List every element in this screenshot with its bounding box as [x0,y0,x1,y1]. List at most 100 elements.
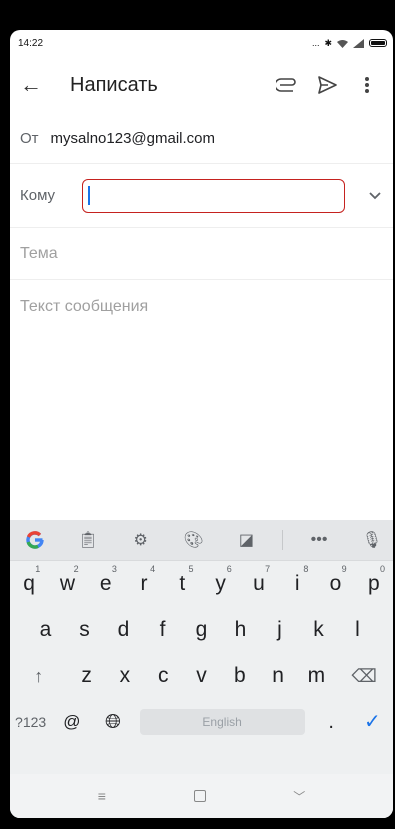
key-g[interactable]: g [182,607,221,653]
backspace-icon[interactable]: ⌫ [336,653,393,699]
key-letter: q [23,572,35,595]
key-e[interactable]: e3 [87,561,125,607]
body-input[interactable]: Текст сообщения [20,298,148,315]
google-logo [26,531,44,549]
key-f[interactable]: f [143,607,182,653]
key-x[interactable]: x [106,653,144,699]
key-letter: r [140,572,148,595]
at-key[interactable]: @ [51,699,92,745]
key-i[interactable]: i8 [278,561,316,607]
key-number-hint: 1 [35,564,41,574]
notification-dots: ... [311,38,320,48]
key-o[interactable]: o9 [316,561,354,607]
resize-icon[interactable]: ◪ [229,530,263,550]
status-icons: ... ✱ [312,38,387,49]
key-t[interactable]: t5 [163,561,201,607]
mic-off-icon[interactable]: 🎙︎ [355,530,389,550]
symbols-key[interactable]: ?123 [10,699,51,745]
key-r[interactable]: r4 [125,561,163,607]
key-number-hint: 2 [73,564,79,574]
app-bar: ← Написать [10,56,393,114]
settings-gear-icon[interactable]: ⚙ [124,530,158,550]
more-menu-button[interactable] [347,76,387,94]
key-h[interactable]: h [221,607,260,653]
palette-icon[interactable]: 🎨︎ [177,530,211,550]
paperclip-icon [276,78,296,92]
key-number-hint: 4 [150,564,156,574]
key-d[interactable]: d [104,607,143,653]
shift-icon[interactable]: ↑ [10,653,67,699]
clipboard-icon[interactable]: 📋︎ [71,530,105,550]
enter-check-icon[interactable]: ✓ [352,699,393,745]
status-time: 14:22 [18,37,44,49]
to-row: Кому [10,164,393,228]
key-letter: t [179,572,186,595]
key-y[interactable]: y6 [201,561,239,607]
key-row-4: ?123 @ 🌐︎ English . ✓ [10,699,393,745]
key-letter: o [329,572,342,595]
more-vert-icon [365,77,369,93]
signal-icon [353,38,364,48]
key-v[interactable]: v [182,653,220,699]
key-letter: w [59,572,76,595]
to-label: Кому [20,187,56,204]
back-chevron-icon[interactable]: ﹀ [293,788,305,805]
key-b[interactable]: b [221,653,259,699]
key-j[interactable]: j [260,607,299,653]
key-w[interactable]: w2 [48,561,86,607]
body-area[interactable]: Текст сообщения [10,280,393,500]
key-number-hint: 0 [379,564,385,574]
keyboard-toolbar: 📋︎ ⚙ 🎨︎ ◪ ••• 🎙︎ [10,520,393,561]
key-s[interactable]: s [65,607,104,653]
home-square-icon[interactable] [193,790,206,802]
key-number-hint: 3 [111,564,117,574]
subject-row[interactable]: Тема [10,228,393,280]
back-arrow-icon[interactable]: ← [20,72,54,98]
period-key[interactable]: . [311,699,352,745]
key-letter: e [99,572,112,595]
send-button[interactable] [307,76,347,94]
key-row-1: q1w2e3r4t5y6u7i8o9p0 [10,561,393,607]
key-row-3: ↑ zxcvbnm ⌫ [10,653,393,699]
key-k[interactable]: k [299,607,338,653]
key-q[interactable]: q1 [10,561,48,607]
attach-button[interactable] [267,78,307,92]
key-number-hint: 5 [188,564,194,574]
key-number-hint: 7 [265,564,271,574]
from-row: От mysalno123@gmail.com [10,114,393,164]
more-horiz-icon[interactable]: ••• [302,531,336,549]
key-n[interactable]: n [259,653,297,699]
space-bar[interactable]: English [139,709,305,735]
globe-icon[interactable]: 🌐︎ [92,699,133,745]
page-title: Написать [70,73,158,96]
from-label: От [20,130,39,147]
subject-input[interactable]: Тема [20,245,58,263]
key-letter: p [367,572,380,595]
key-number-hint: 8 [303,564,309,574]
keyboard: 📋︎ ⚙ 🎨︎ ◪ ••• 🎙︎ q1w2e3r4t5y6u7i8o9p0 as… [10,520,393,818]
key-number-hint: 9 [341,564,347,574]
key-l[interactable]: l [338,607,377,653]
key-z[interactable]: z [67,653,105,699]
key-letter: y [215,572,226,595]
expand-recipients-button[interactable] [345,191,381,200]
google-g-icon[interactable] [18,530,52,550]
key-m[interactable]: m [297,653,335,699]
key-number-hint: 6 [226,564,232,574]
key-c[interactable]: c [144,653,182,699]
toolbar-divider [282,530,284,550]
key-letter: i [294,572,300,595]
key-a[interactable]: a [26,607,65,653]
menu-icon[interactable]: ≡ [98,788,106,804]
to-input[interactable] [82,178,345,213]
compose-screen: 14:22 ... ✱ ← Написать От m ysalno123@gma… [10,30,393,818]
system-nav-bar: ≡ ﹀ [10,774,393,818]
key-p[interactable]: p0 [355,561,393,607]
key-u[interactable]: u7 [240,561,278,607]
bluetooth-icon: ✱ [324,37,332,48]
wifi-icon [337,39,348,48]
from-address[interactable]: mysalno123@gmail.com [51,130,215,147]
chevron-down-icon [369,191,381,199]
key-row-2: asdfghjkl [10,607,393,653]
battery-icon [369,39,387,47]
